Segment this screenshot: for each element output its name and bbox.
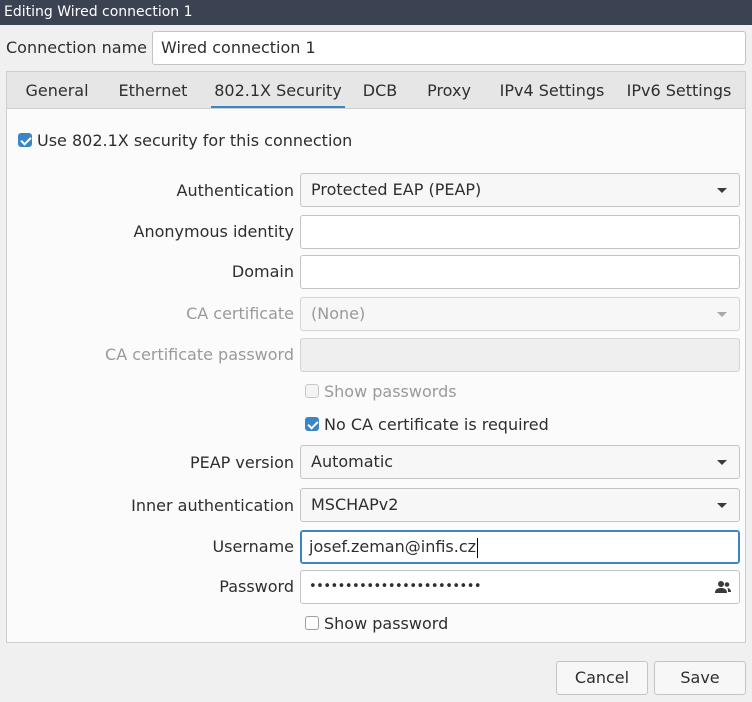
connection-name-row: Connection name Wired connection 1 bbox=[0, 25, 752, 71]
peap-version-label: PEAP version bbox=[189, 453, 294, 472]
password-input[interactable]: •••••••••••••••••••••••• bbox=[300, 570, 740, 604]
no-ca-required-label: No CA certificate is required bbox=[324, 415, 549, 434]
save-button[interactable]: Save bbox=[654, 661, 746, 695]
peap-version-value: Automatic bbox=[311, 452, 394, 471]
username-value: josef.zeman@infis.cz bbox=[309, 537, 477, 556]
username-label: Username bbox=[212, 537, 294, 556]
use-8021x-label: Use 802.1X security for this connection bbox=[37, 131, 353, 150]
tab-ethernet[interactable]: Ethernet bbox=[111, 72, 195, 109]
ca-certificate-select: (None) bbox=[300, 297, 740, 331]
password-label: Password bbox=[219, 577, 294, 596]
chevron-down-icon bbox=[717, 503, 727, 508]
ca-certificate-password-input bbox=[300, 338, 740, 372]
window-titlebar: Editing Wired connection 1 bbox=[0, 0, 752, 25]
show-passwords-label: Show passwords bbox=[324, 382, 457, 401]
anonymous-identity-input[interactable] bbox=[300, 215, 740, 249]
text-cursor bbox=[477, 537, 479, 558]
tab-bar: General Ethernet 802.1X Security DCB Pro… bbox=[6, 71, 746, 109]
connection-name-label: Connection name bbox=[6, 38, 147, 57]
inner-authentication-select[interactable]: MSCHAPv2 bbox=[300, 488, 740, 522]
domain-input[interactable] bbox=[300, 255, 740, 289]
chevron-down-icon bbox=[717, 460, 727, 465]
password-value: •••••••••••••••••••••••• bbox=[309, 579, 482, 594]
window-title: Editing Wired connection 1 bbox=[4, 4, 193, 20]
inner-authentication-value: MSCHAPv2 bbox=[311, 495, 399, 514]
tab-dcb[interactable]: DCB bbox=[355, 72, 405, 109]
show-passwords-checkbox bbox=[305, 384, 319, 398]
tab-ipv4-settings[interactable]: IPv4 Settings bbox=[493, 72, 611, 109]
connection-name-input[interactable]: Wired connection 1 bbox=[152, 31, 746, 65]
tab-8021x-security[interactable]: 802.1X Security bbox=[211, 72, 345, 109]
person-icon[interactable] bbox=[715, 580, 731, 594]
ca-certificate-value: (None) bbox=[311, 304, 366, 323]
show-password-label: Show password bbox=[324, 614, 449, 633]
show-password-checkbox[interactable] bbox=[305, 616, 319, 630]
chevron-down-icon bbox=[717, 188, 727, 193]
peap-version-select[interactable]: Automatic bbox=[300, 445, 740, 479]
ca-certificate-password-label: CA certificate password bbox=[105, 345, 294, 364]
inner-authentication-label: Inner authentication bbox=[131, 496, 294, 515]
tab-ipv6-settings[interactable]: IPv6 Settings bbox=[621, 72, 737, 109]
anonymous-identity-label: Anonymous identity bbox=[133, 222, 294, 241]
domain-label: Domain bbox=[231, 262, 294, 281]
authentication-select[interactable]: Protected EAP (PEAP) bbox=[300, 173, 740, 207]
authentication-label: Authentication bbox=[176, 181, 294, 200]
tab-proxy[interactable]: Proxy bbox=[417, 72, 481, 109]
username-input[interactable]: josef.zeman@infis.cz bbox=[300, 530, 740, 564]
ca-certificate-label: CA certificate bbox=[186, 304, 294, 323]
tab-general[interactable]: General bbox=[13, 72, 101, 109]
authentication-value: Protected EAP (PEAP) bbox=[311, 180, 482, 199]
use-8021x-checkbox[interactable] bbox=[18, 133, 32, 147]
cancel-button[interactable]: Cancel bbox=[556, 661, 648, 695]
no-ca-required-checkbox[interactable] bbox=[305, 417, 319, 431]
chevron-down-icon bbox=[717, 312, 727, 317]
